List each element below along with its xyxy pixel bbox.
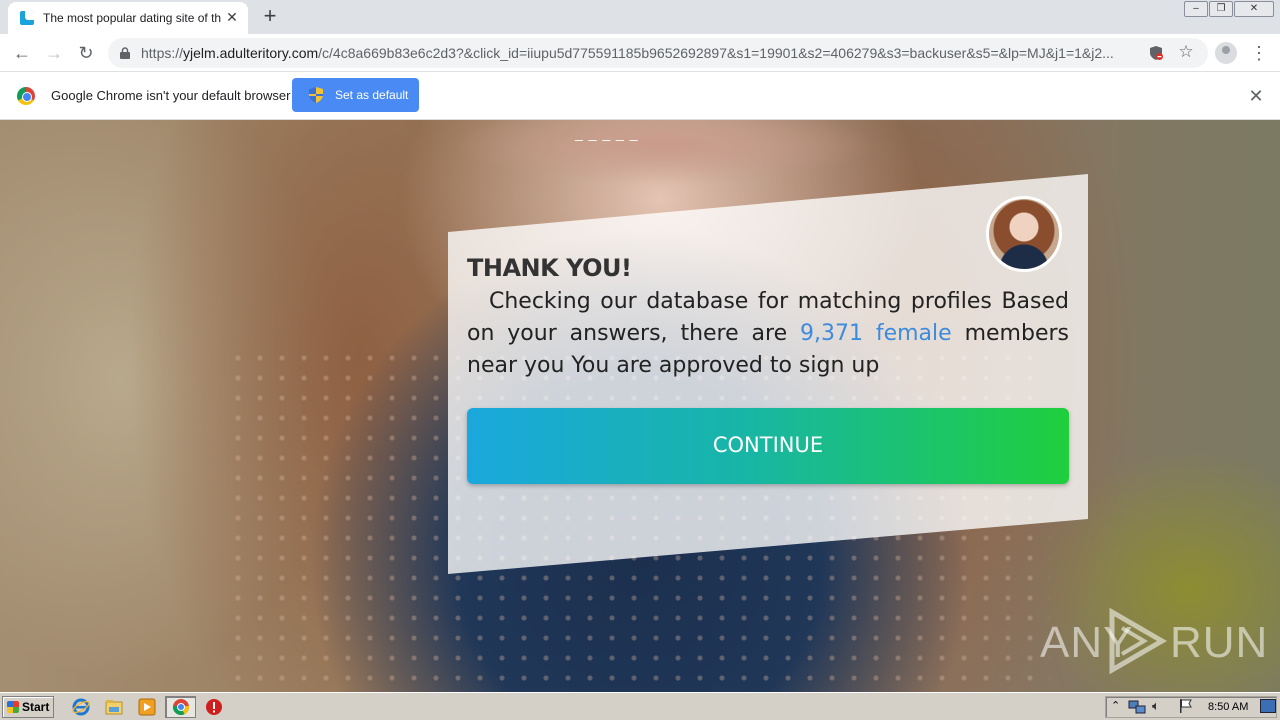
- network-icon[interactable]: [1128, 699, 1146, 715]
- reload-button[interactable]: ↻: [74, 41, 98, 65]
- minimize-button[interactable]: –: [1184, 1, 1208, 17]
- continue-label: CONTINUE: [712, 433, 824, 457]
- profile-avatar-icon[interactable]: [1215, 42, 1237, 64]
- progress-dashes: _ _ _ _ _: [575, 125, 639, 141]
- chrome-logo-icon: [17, 87, 35, 105]
- result-card: THANK YOU! Checking our database for mat…: [448, 174, 1088, 574]
- url-host: yjelm.adulteritory.com: [183, 45, 319, 61]
- show-desktop-icon[interactable]: [1260, 699, 1276, 713]
- play-triangle-icon: [1109, 608, 1167, 674]
- url-text: https://yjelm.adulteritory.com/c/4c8a669…: [141, 45, 1131, 63]
- url-scheme: https://: [141, 45, 184, 61]
- infobar-close-icon[interactable]: ✕: [1246, 86, 1266, 106]
- system-clock: 8:50 AM: [1208, 701, 1249, 713]
- browser-title-bar: The most popular dating site of this m ✕…: [0, 0, 1280, 34]
- internet-explorer-icon[interactable]: [72, 698, 90, 716]
- windows-flag-icon: [7, 701, 19, 713]
- back-button[interactable]: ←: [10, 41, 34, 65]
- watermark-run: RUN: [1170, 618, 1269, 667]
- lock-icon: [120, 47, 130, 59]
- infobar-message: Google Chrome isn't your default browser: [51, 88, 291, 103]
- chrome-menu-icon[interactable]: ⋮: [1250, 41, 1268, 65]
- address-bar[interactable]: https://yjelm.adulteritory.com/c/4c8a669…: [108, 38, 1208, 68]
- uac-shield-icon: [309, 87, 323, 103]
- media-player-icon[interactable]: [138, 698, 156, 716]
- forward-button[interactable]: →: [42, 41, 66, 65]
- site-favicon-icon: [20, 11, 34, 25]
- start-label: Start: [22, 700, 50, 714]
- default-browser-infobar: Google Chrome isn't your default browser…: [0, 72, 1280, 120]
- restore-button[interactable]: ❐: [1209, 1, 1233, 17]
- new-tab-button[interactable]: +: [258, 4, 282, 28]
- profile-avatar: [986, 196, 1062, 272]
- windows-taskbar: Start ⌃ 🔈︎ 8:50 AM: [0, 692, 1280, 720]
- set-as-default-button[interactable]: Set as default: [292, 78, 419, 112]
- taskbar-chrome-button[interactable]: [165, 696, 196, 718]
- tray-expand-icon[interactable]: ⌃: [1111, 699, 1120, 712]
- volume-icon[interactable]: 🔈︎: [1152, 698, 1160, 714]
- tab-close-icon[interactable]: ✕: [224, 9, 240, 25]
- continue-button[interactable]: CONTINUE: [467, 408, 1069, 484]
- action-center-flag-icon[interactable]: [1178, 698, 1194, 714]
- browser-toolbar: ← → ↻ https://yjelm.adulteritory.com/c/4…: [0, 34, 1280, 72]
- file-explorer-icon[interactable]: [105, 698, 123, 716]
- stop-sign-icon[interactable]: [205, 698, 223, 716]
- page-viewport: _ _ _ _ _ THANK YOU! Checking our databa…: [0, 120, 1280, 692]
- start-button[interactable]: Start: [2, 696, 54, 718]
- browser-tab[interactable]: The most popular dating site of this m ✕: [8, 2, 248, 34]
- close-window-button[interactable]: ✕: [1234, 1, 1274, 17]
- set-as-default-label: Set as default: [335, 88, 409, 102]
- card-title: THANK YOU!: [467, 254, 632, 282]
- chrome-taskbar-icon: [172, 699, 190, 716]
- blocked-content-icon[interactable]: [1148, 45, 1164, 61]
- female-count-highlight: 9,371 female: [799, 321, 952, 346]
- bookmark-star-icon[interactable]: ☆: [1176, 42, 1196, 62]
- url-path: /c/4c8a669b83e6c2d3?&click_id=iiupu5d775…: [318, 45, 1114, 61]
- card-message: Checking our database for matching profi…: [467, 286, 1069, 382]
- tab-title: The most popular dating site of this m: [43, 11, 221, 25]
